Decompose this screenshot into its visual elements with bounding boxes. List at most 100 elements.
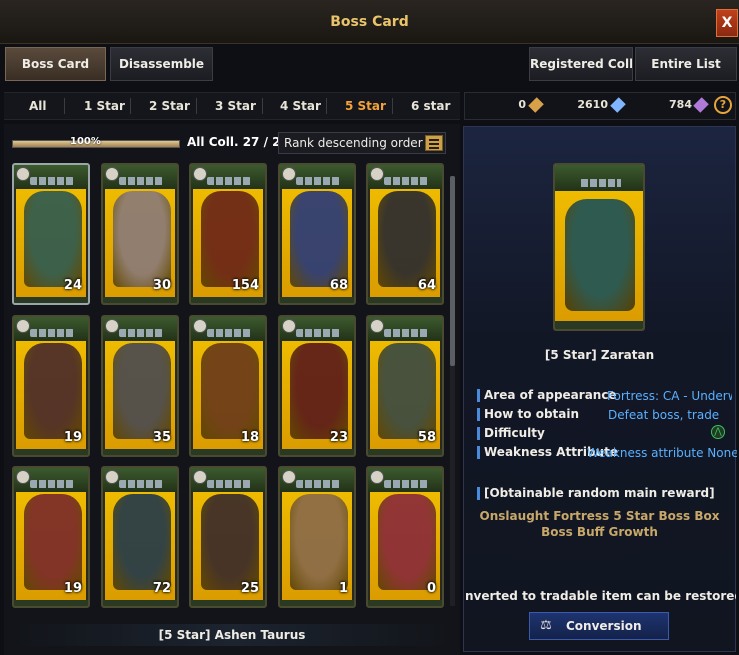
tab-entire-list[interactable]: Entire List <box>635 47 737 81</box>
card-frame <box>368 600 442 606</box>
reward-item: Boss Buff Growth <box>541 525 658 539</box>
card-frame <box>14 449 88 455</box>
class-badge-icon <box>282 470 296 484</box>
class-badge-icon <box>16 167 30 181</box>
info-row-area: Area of appearance Fortress: CA - Underw… <box>477 388 732 404</box>
boss-card[interactable]: 58 <box>366 315 444 457</box>
card-count: 19 <box>63 430 82 445</box>
filter-divider <box>130 98 131 114</box>
filter-5-star[interactable]: 5 Star <box>345 99 386 113</box>
card-count: 23 <box>329 430 348 445</box>
boss-portrait <box>378 494 436 590</box>
boss-portrait <box>290 343 348 439</box>
tab-boss-card[interactable]: Boss Card <box>5 47 106 81</box>
tab-registered-collection[interactable]: Registered Collec <box>529 47 633 81</box>
filter-divider <box>64 98 65 114</box>
boss-card[interactable]: 23 <box>278 315 356 457</box>
boss-card[interactable]: 24 <box>12 163 90 305</box>
boss-card[interactable]: 0 <box>366 466 444 608</box>
tab-disassemble[interactable]: Disassemble <box>110 47 213 81</box>
boss-portrait <box>201 191 259 287</box>
filter-2-star[interactable]: 2 Star <box>149 99 190 113</box>
card-frame <box>368 449 442 455</box>
star-rating-icon <box>119 177 163 185</box>
card-count: 64 <box>417 278 436 293</box>
reward-item: Onslaught Fortress 5 Star Boss Box <box>479 509 720 523</box>
boss-card[interactable]: 19 <box>12 315 90 457</box>
filter-divider <box>262 98 263 114</box>
boss-portrait <box>113 191 171 287</box>
boss-card[interactable]: 19 <box>12 466 90 608</box>
filter-divider <box>326 98 327 114</box>
filter-4-star[interactable]: 4 Star <box>280 99 321 113</box>
card-count: 1 <box>338 581 348 596</box>
conversion-button[interactable]: ⚖ Conversion <box>529 612 669 640</box>
sort-dropdown[interactable]: Rank descending order <box>278 132 446 154</box>
info-label-difficulty: Difficulty <box>484 426 545 440</box>
boss-card[interactable]: 72 <box>101 466 179 608</box>
reward-header-label: [Obtainable random main reward] <box>484 486 715 500</box>
sort-label: Rank descending order <box>284 136 423 150</box>
card-list-scroll-thumb[interactable] <box>450 176 455 366</box>
boss-card[interactable]: 1 <box>278 466 356 608</box>
filter-6-star[interactable]: 6 star <box>411 99 450 113</box>
currency-blue-value: 2610 <box>577 98 608 111</box>
green-claw-icon: ⋀ <box>711 425 725 439</box>
menu-icon[interactable] <box>425 135 443 151</box>
card-count: 72 <box>152 581 171 596</box>
filter-all[interactable]: All <box>29 99 47 113</box>
info-value-obtain: Defeat boss, trade <box>608 408 720 422</box>
boss-card[interactable]: 30 <box>101 163 179 305</box>
card-frame <box>191 600 265 606</box>
boss-portrait <box>290 494 348 590</box>
boss-card[interactable]: 35 <box>101 315 179 457</box>
filter-1-star[interactable]: 1 Star <box>84 99 125 113</box>
info-label-obtain: How to obtain <box>484 407 580 421</box>
boss-card[interactable]: 154 <box>189 163 267 305</box>
card-frame <box>280 449 354 455</box>
conversion-notice: nverted to tradable item can be restored… <box>463 589 736 605</box>
boss-portrait <box>565 199 635 311</box>
boss-card[interactable]: 68 <box>278 163 356 305</box>
card-frame <box>280 600 354 606</box>
class-badge-icon <box>16 319 30 333</box>
info-label-area: Area of appearance <box>484 388 617 402</box>
star-rating-icon <box>207 177 251 185</box>
class-badge-icon <box>282 167 296 181</box>
boss-portrait <box>290 191 348 287</box>
class-badge-icon <box>105 319 119 333</box>
selected-card-preview <box>553 163 645 331</box>
filter-3-star[interactable]: 3 Star <box>215 99 256 113</box>
close-button[interactable]: X <box>716 9 738 37</box>
star-rating-icon <box>384 177 428 185</box>
card-frame <box>103 449 177 455</box>
class-badge-icon <box>105 167 119 181</box>
boss-card[interactable]: 64 <box>366 163 444 305</box>
window-title: Boss Card <box>330 14 409 30</box>
class-badge-icon <box>105 470 119 484</box>
help-icon[interactable]: ? <box>714 96 732 114</box>
star-rating-icon <box>296 329 340 337</box>
card-frame <box>103 297 177 303</box>
boss-portrait <box>24 191 82 287</box>
class-badge-icon <box>370 470 384 484</box>
boss-card[interactable]: 25 <box>189 466 267 608</box>
card-count: 30 <box>152 278 171 293</box>
card-frame <box>103 600 177 606</box>
star-rating-icon <box>30 329 74 337</box>
boss-portrait <box>113 343 171 439</box>
card-count: 58 <box>417 430 436 445</box>
card-frame <box>191 449 265 455</box>
card-frame <box>280 297 354 303</box>
currency-amber-value: 0 <box>518 98 526 111</box>
boss-card[interactable]: 18 <box>189 315 267 457</box>
star-rating-icon <box>207 480 251 488</box>
boss-portrait <box>113 494 171 590</box>
star-rating-icon <box>384 480 428 488</box>
scale-icon: ⚖ <box>540 618 552 633</box>
card-frame <box>368 297 442 303</box>
card-count: 68 <box>329 278 348 293</box>
star-rating-icon <box>384 329 428 337</box>
card-count: 154 <box>231 278 259 293</box>
boss-portrait <box>201 343 259 439</box>
